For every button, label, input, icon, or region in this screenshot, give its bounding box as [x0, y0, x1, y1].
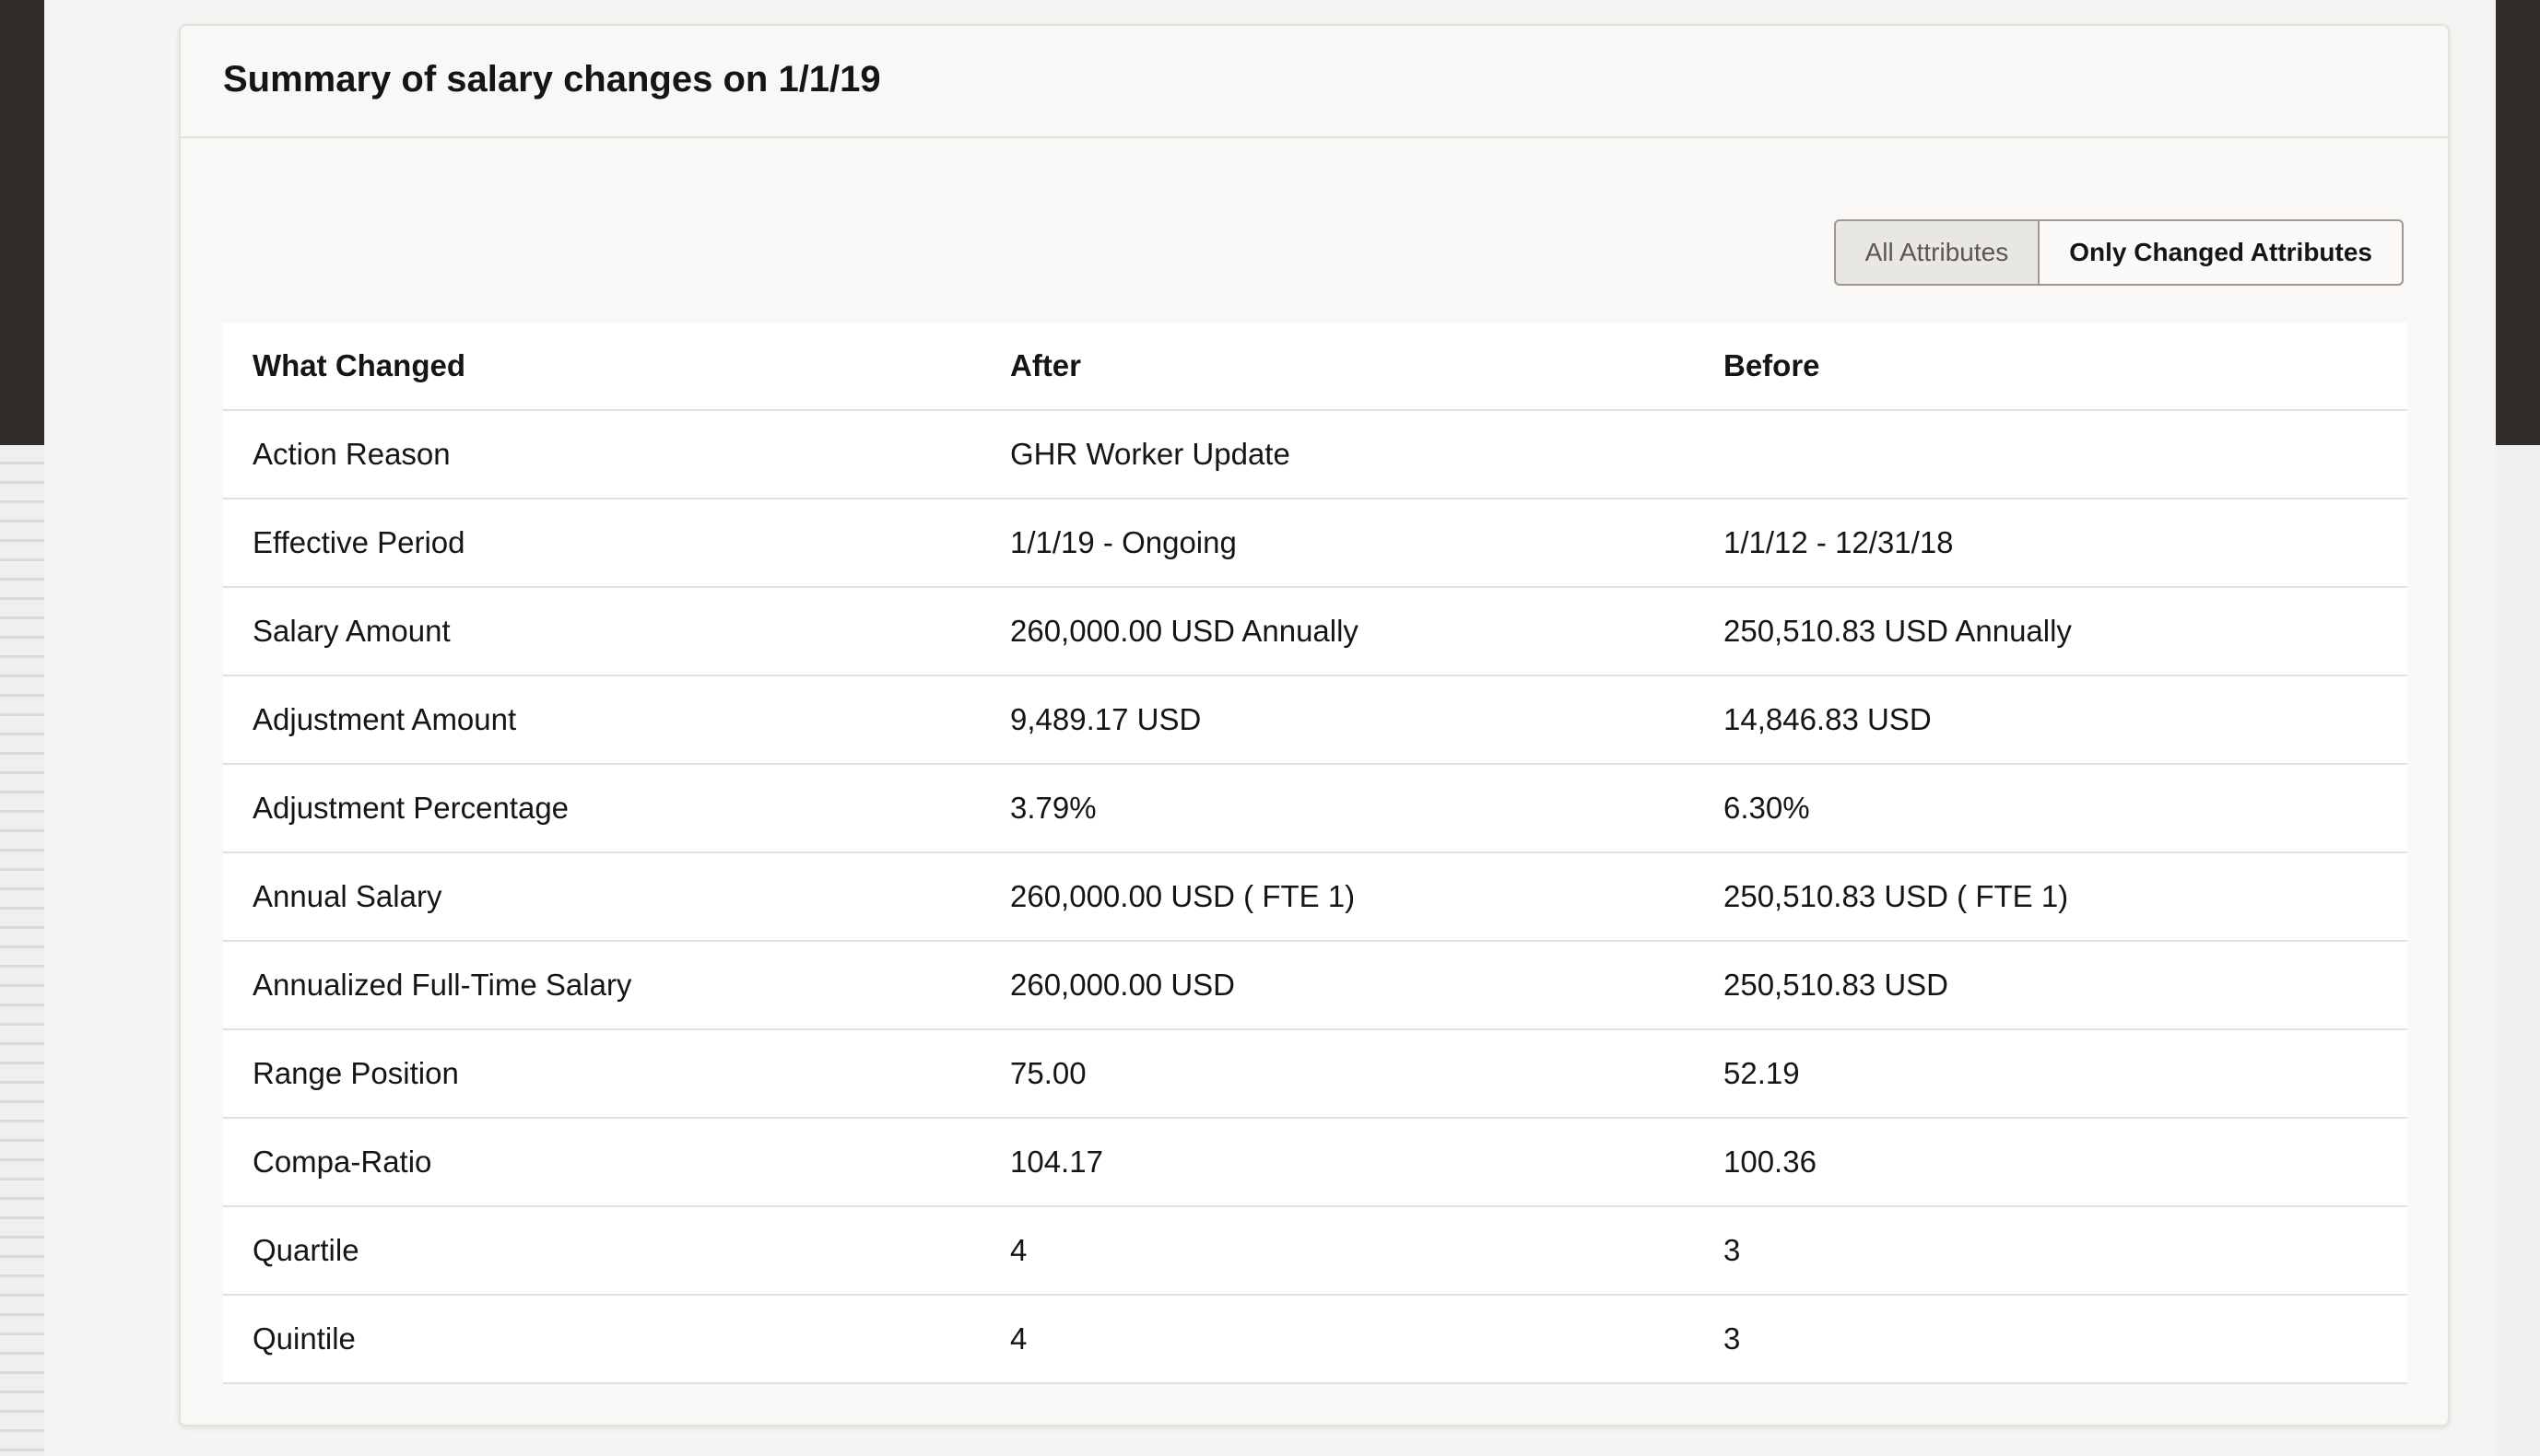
before-value-cell: 6.30% — [1723, 791, 1810, 825]
before-value-cell: 3 — [1723, 1321, 1741, 1356]
after-value-cell: 75.00 — [1010, 1056, 1087, 1090]
table-row: Range Position 75.00 52.19 — [223, 1030, 2407, 1119]
after-value-cell: GHR Worker Update — [1010, 437, 1290, 471]
card-header: Summary of salary changes on 1/1/19 — [181, 26, 2448, 138]
table-row: Compa-Ratio 104.17 100.36 — [223, 1119, 2407, 1207]
after-value-cell: 260,000.00 USD ( FTE 1) — [1010, 879, 1356, 913]
column-header-before: Before — [1723, 348, 1820, 382]
after-value-cell: 104.17 — [1010, 1145, 1103, 1179]
after-value-cell: 4 — [1010, 1321, 1028, 1356]
side-texture — [0, 445, 44, 1456]
table-row: Annual Salary 260,000.00 USD ( FTE 1) 25… — [223, 853, 2407, 942]
attribute-name-cell: Quartile — [253, 1233, 359, 1267]
attribute-name-cell: Annual Salary — [253, 879, 442, 913]
attribute-filter-toggle: All Attributes Only Changed Attributes — [1833, 219, 2404, 286]
before-value-cell: 100.36 — [1723, 1145, 1817, 1179]
attribute-name-cell: Effective Period — [253, 525, 465, 559]
table-row: Annualized Full-Time Salary 260,000.00 U… — [223, 942, 2407, 1030]
after-value-cell: 260,000.00 USD Annually — [1010, 614, 1358, 648]
content-sheet: Summary of salary changes on 1/1/19 All … — [44, 0, 2496, 1456]
card-title: Summary of salary changes on 1/1/19 — [223, 59, 881, 100]
before-value-cell: 14,846.83 USD — [1723, 702, 1932, 736]
changes-table: What Changed After Before Action Reason … — [223, 323, 2407, 1384]
column-header-after: After — [1010, 348, 1082, 382]
all-attributes-button[interactable]: All Attributes — [1833, 219, 2039, 286]
attribute-name-cell: Action Reason — [253, 437, 451, 471]
attribute-name-cell: Compa-Ratio — [253, 1145, 432, 1179]
attribute-name-cell: Range Position — [253, 1056, 459, 1090]
after-value-cell: 1/1/19 - Ongoing — [1010, 525, 1237, 559]
table-row: Quartile 4 3 — [223, 1207, 2407, 1296]
attribute-name-cell: Quintile — [253, 1321, 356, 1356]
before-value-cell: 3 — [1723, 1233, 1741, 1267]
before-value-cell: 250,510.83 USD — [1723, 968, 1949, 1002]
before-value-cell: 250,510.83 USD Annually — [1723, 614, 2072, 648]
table-row: Action Reason GHR Worker Update — [223, 411, 2407, 499]
before-value-cell: 52.19 — [1723, 1056, 1800, 1090]
before-value-cell: 250,510.83 USD ( FTE 1) — [1723, 879, 2069, 913]
attribute-name-cell: Annualized Full-Time Salary — [253, 968, 632, 1002]
table-row: Salary Amount 260,000.00 USD Annually 25… — [223, 588, 2407, 676]
after-value-cell: 3.79% — [1010, 791, 1097, 825]
attribute-name-cell: Salary Amount — [253, 614, 451, 648]
before-value-cell: 1/1/12 - 12/31/18 — [1723, 525, 1954, 559]
after-value-cell: 260,000.00 USD — [1010, 968, 1236, 1002]
table-header-row: What Changed After Before — [223, 323, 2407, 411]
attribute-name-cell: Adjustment Percentage — [253, 791, 570, 825]
only-changed-attributes-button[interactable]: Only Changed Attributes — [2038, 219, 2404, 286]
attribute-name-cell: Adjustment Amount — [253, 702, 517, 736]
table-row: Adjustment Percentage 3.79% 6.30% — [223, 765, 2407, 853]
column-header-what-changed: What Changed — [253, 348, 465, 382]
after-value-cell: 4 — [1010, 1233, 1028, 1267]
table-row: Effective Period 1/1/19 - Ongoing 1/1/12… — [223, 499, 2407, 588]
after-value-cell: 9,489.17 USD — [1010, 702, 1202, 736]
table-row: Adjustment Amount 9,489.17 USD 14,846.83… — [223, 676, 2407, 765]
salary-summary-card: Summary of salary changes on 1/1/19 All … — [179, 24, 2450, 1427]
table-row: Quintile 4 3 — [223, 1296, 2407, 1384]
